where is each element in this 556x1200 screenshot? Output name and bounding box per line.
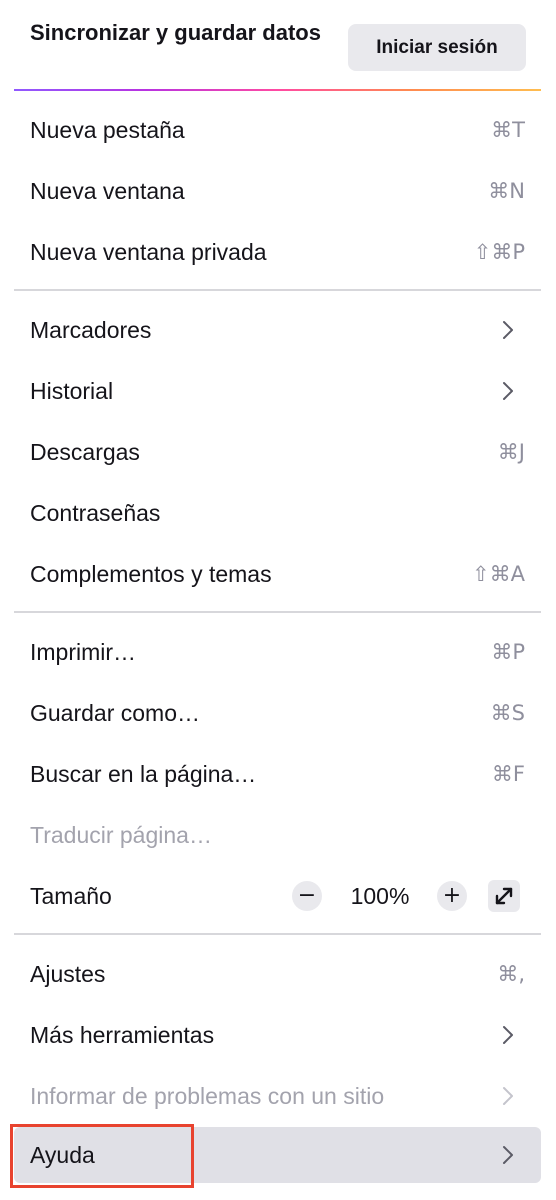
- menu-item-translate-page: Traducir página…: [14, 807, 541, 863]
- menu-item-label: Informar de problemas con un sitio: [30, 1083, 385, 1109]
- menu-item-shortcut: ⇧⌘P: [473, 240, 525, 264]
- menu-item-label: Buscar en la página…: [30, 761, 257, 787]
- zoom-value[interactable]: 100%: [340, 868, 420, 924]
- menu-item-help[interactable]: Ayuda: [14, 1127, 541, 1183]
- menu-item-label: Nueva ventana privada: [30, 239, 267, 265]
- menu-item-shortcut: ⇧⌘A: [472, 562, 525, 586]
- menu-item-save-as[interactable]: Guardar como… ⌘S: [14, 685, 541, 741]
- fullscreen-icon: [495, 887, 513, 905]
- menu-item-label: Ayuda: [30, 1142, 95, 1168]
- zoom-label: Tamaño: [30, 883, 112, 909]
- menu-item-label: Nueva pestaña: [30, 117, 185, 143]
- menu-item-label: Imprimir…: [30, 639, 137, 665]
- menu-item-new-private-window[interactable]: Nueva ventana privada ⇧⌘P: [14, 224, 541, 280]
- menu-item-label: Ajustes: [30, 961, 106, 987]
- menu-item-label: Más herramientas: [30, 1022, 215, 1048]
- menu-item-label: Marcadores: [30, 317, 152, 343]
- menu-divider: [14, 611, 541, 613]
- sync-header: Sincronizar y guardar datos Iniciar sesi…: [0, 0, 556, 92]
- sync-title: Sincronizar y guardar datos: [30, 20, 321, 45]
- menu-item-zoom: Tamaño − 100% +: [14, 868, 541, 924]
- menu-item-label: Descargas: [30, 439, 140, 465]
- zoom-out-button[interactable]: −: [292, 881, 322, 911]
- menu-item-shortcut: ⌘P: [491, 640, 525, 664]
- menu-item-label: Historial: [30, 378, 114, 404]
- menu-item-shortcut: ⌘T: [491, 118, 525, 142]
- accent-divider: [14, 89, 541, 91]
- menu-item-print[interactable]: Imprimir… ⌘P: [14, 624, 541, 680]
- menu-item-shortcut: ⌘S: [490, 701, 525, 725]
- menu-item-new-tab[interactable]: Nueva pestaña ⌘T: [14, 102, 541, 158]
- menu-item-bookmarks[interactable]: Marcadores: [14, 302, 541, 358]
- menu-item-settings[interactable]: Ajustes ⌘,: [14, 946, 541, 1002]
- menu-divider: [14, 933, 541, 935]
- menu-item-shortcut: ⌘J: [497, 440, 525, 464]
- menu-item-label: Traducir página…: [30, 822, 212, 848]
- menu-item-label: Complementos y temas: [30, 561, 272, 587]
- menu-item-shortcut: ⌘F: [491, 762, 525, 786]
- menu-item-new-window[interactable]: Nueva ventana ⌘N: [14, 163, 541, 219]
- menu-item-addons-themes[interactable]: Complementos y temas ⇧⌘A: [14, 546, 541, 602]
- menu-item-label: Guardar como…: [30, 700, 201, 726]
- menu-item-label: Contraseñas: [30, 500, 161, 526]
- menu-item-history[interactable]: Historial: [14, 363, 541, 419]
- menu-item-shortcut: ⌘N: [488, 179, 525, 203]
- menu-item-find-in-page[interactable]: Buscar en la página… ⌘F: [14, 746, 541, 802]
- menu-item-shortcut: ⌘,: [497, 962, 525, 986]
- chevron-right-icon: [503, 1026, 513, 1044]
- app-menu-panel: Sincronizar y guardar datos Iniciar sesi…: [0, 0, 556, 1200]
- zoom-in-button[interactable]: +: [437, 881, 467, 911]
- menu-item-label: Nueva ventana: [30, 178, 185, 204]
- fullscreen-button[interactable]: [488, 880, 520, 912]
- menu-item-downloads[interactable]: Descargas ⌘J: [14, 424, 541, 480]
- sign-in-button[interactable]: Iniciar sesión: [348, 24, 526, 71]
- chevron-right-icon: [503, 382, 513, 400]
- menu-item-more-tools[interactable]: Más herramientas: [14, 1007, 541, 1063]
- chevron-right-icon: [503, 1087, 513, 1105]
- menu-item-passwords[interactable]: Contraseñas: [14, 485, 541, 541]
- menu-divider: [14, 289, 541, 291]
- chevron-right-icon: [503, 1146, 513, 1164]
- menu-item-report-site-issue: Informar de problemas con un sitio: [14, 1068, 541, 1124]
- chevron-right-icon: [503, 321, 513, 339]
